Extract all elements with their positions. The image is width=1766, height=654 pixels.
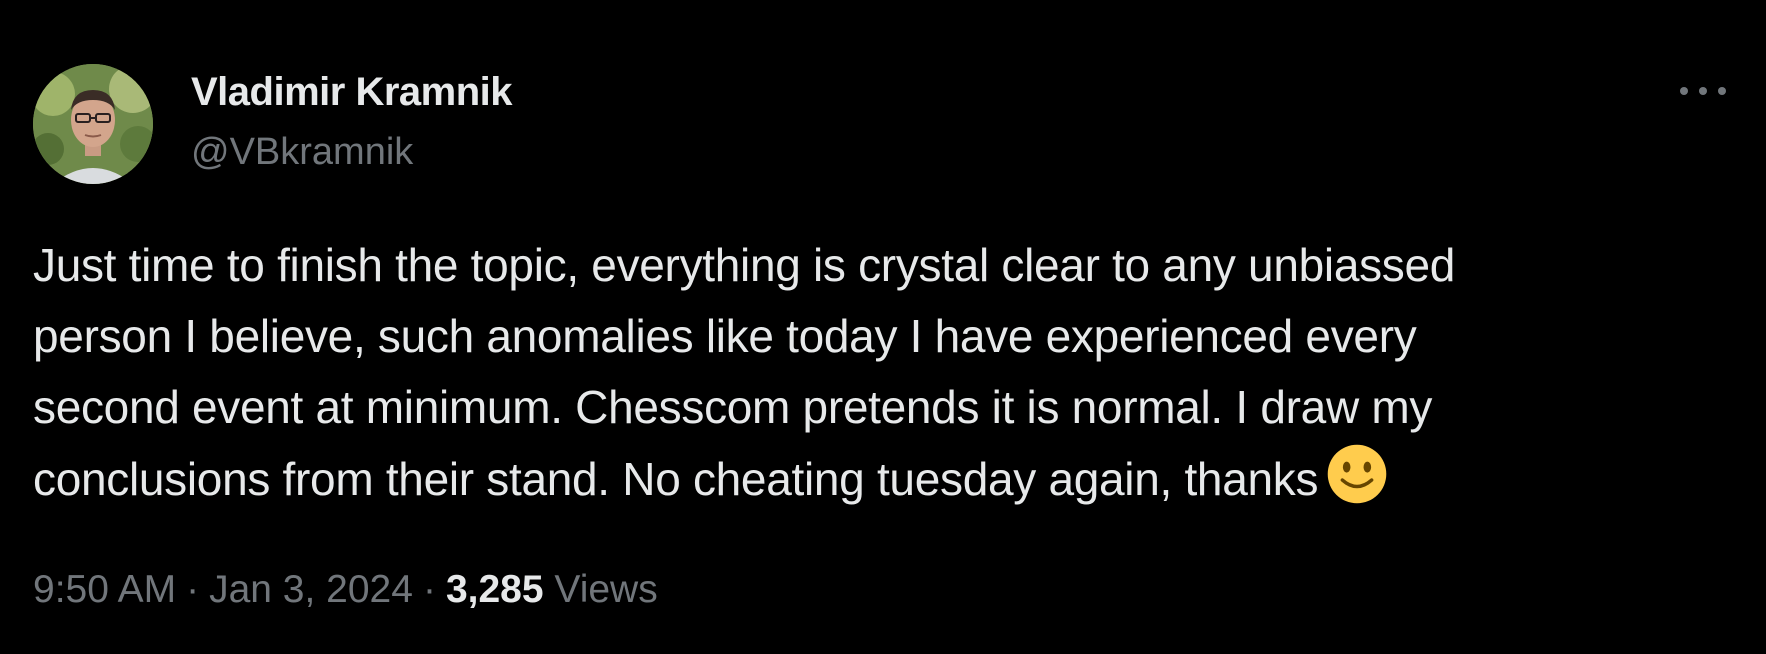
meta-separator: ·: [186, 568, 200, 611]
author-avatar[interactable]: [33, 64, 153, 184]
more-dot: [1699, 87, 1707, 95]
author-handle[interactable]: @VBkramnik: [191, 131, 413, 174]
tweet-text-line: second event at minimum. Chesscom preten…: [33, 381, 1433, 433]
more-options-icon[interactable]: [1680, 76, 1726, 106]
tweet-text-line: conclusions from their stand. No cheatin…: [33, 453, 1319, 505]
views-label[interactable]: Views: [554, 568, 657, 611]
meta-separator: ·: [422, 568, 436, 611]
more-dot: [1718, 87, 1726, 95]
tweet-text: Just time to finish the topic, everythin…: [33, 230, 1733, 515]
tweet-card: Vladimir Kramnik @VBkramnik Just time to…: [0, 0, 1766, 654]
more-dot: [1680, 87, 1688, 95]
author-display-name[interactable]: Vladimir Kramnik: [191, 70, 513, 115]
tweet-time[interactable]: 9:50 AM: [33, 568, 176, 611]
tweet-date[interactable]: Jan 3, 2024: [209, 568, 413, 611]
slightly-smiling-face-icon: [1326, 443, 1388, 505]
avatar-photo-icon: [33, 64, 153, 184]
tweet-text-line: Just time to finish the topic, everythin…: [33, 239, 1456, 291]
tweet-meta: 9:50 AM · Jan 3, 2024 · 3,285 Views: [33, 568, 658, 612]
views-count[interactable]: 3,285: [446, 568, 544, 611]
tweet-text-line: person I believe, such anomalies like to…: [33, 310, 1417, 362]
tweet-text-line-last: conclusions from their stand. No cheatin…: [33, 443, 1733, 515]
